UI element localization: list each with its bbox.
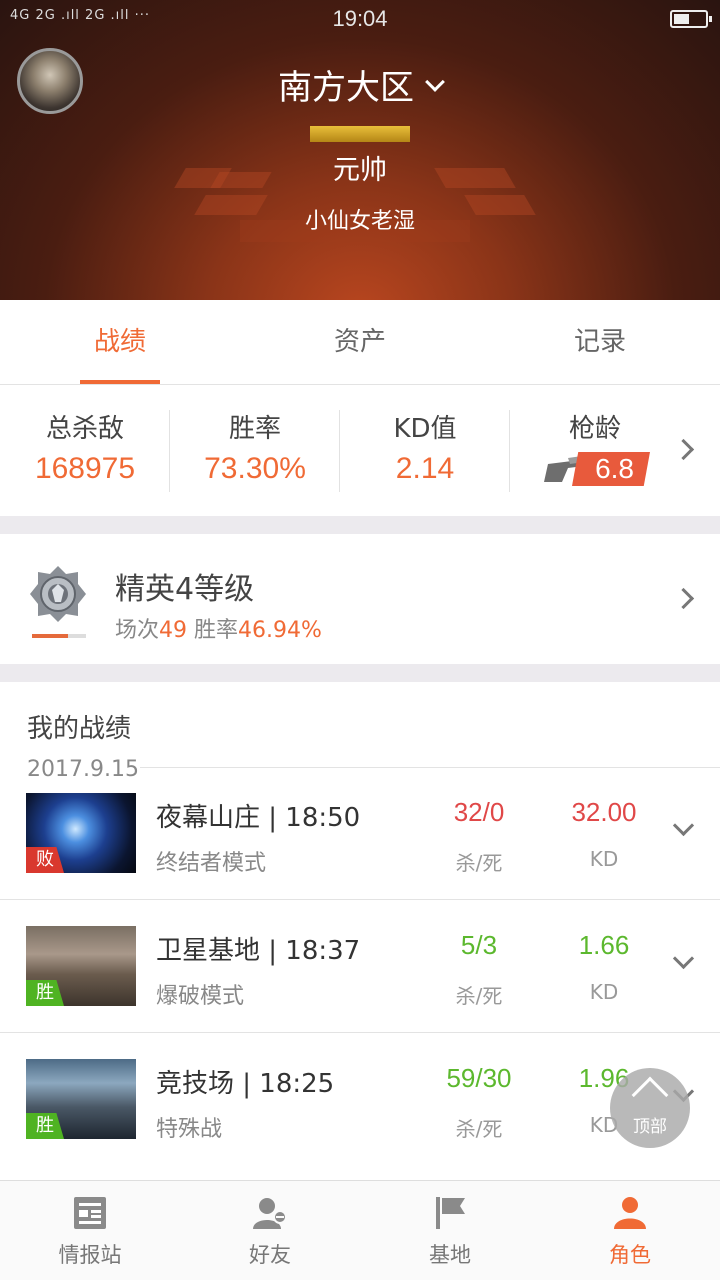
match-mode: 终结者模式: [156, 851, 267, 876]
rank-winrate: 46.94%: [238, 618, 322, 643]
divider: [0, 899, 720, 900]
status-bar: 4G 2G .ıll 2G .ıll ··· 19:04: [0, 0, 720, 40]
rank-title: 元帅: [333, 155, 387, 186]
stat-total-kills: 总杀敌 168975: [0, 386, 170, 516]
nav-label: 好友: [249, 1243, 291, 1267]
back-to-top-button[interactable]: 顶部: [610, 1068, 690, 1148]
battery-icon: [670, 10, 712, 28]
matches-label: 场次: [115, 618, 160, 643]
kd-ratio: 32.00: [571, 797, 637, 827]
stat-label: KD值: [393, 414, 457, 444]
arrow-up-icon: [631, 1076, 669, 1114]
kill-death: 5/3: [460, 930, 498, 960]
nav-item-intel[interactable]: 情报站: [0, 1181, 180, 1280]
rank-badge-icon: [310, 126, 410, 142]
nav-label: 情报站: [58, 1243, 122, 1267]
kill-death: 32/0: [453, 797, 505, 827]
tab-bar: 战绩 资产 记录: [0, 300, 720, 385]
record-date: 2017.9.15: [27, 757, 139, 782]
matches-count: 49: [159, 618, 188, 643]
match-map-time: 夜幕山庄 | 18:50: [156, 803, 361, 833]
chevron-down-icon[interactable]: [672, 814, 695, 837]
nav-item-friends[interactable]: 好友: [180, 1181, 360, 1280]
match-row[interactable]: 败 夜幕山庄 | 18:50 终结者模式 32/0 杀/死 32.00 KD: [0, 793, 720, 926]
stat-label: 枪龄: [568, 414, 621, 444]
friends-icon: [253, 1198, 287, 1229]
tab-records[interactable]: 记录: [480, 300, 720, 384]
section-gap: [0, 664, 720, 682]
rank-summary: 场次49 胜率46.94%: [115, 612, 322, 644]
nav-item-character[interactable]: 角色: [540, 1181, 720, 1280]
stats-summary[interactable]: 总杀敌 168975 胜率 73.30% KD值 2.14 枪龄: [0, 386, 720, 516]
chevron-right-icon: [672, 587, 695, 610]
kill-death: 59/30: [446, 1063, 512, 1093]
tab-assets[interactable]: 资产: [240, 300, 480, 384]
app-root: 4G 2G .ıll 2G .ıll ··· 19:04 南方大区 元帅 小仙女…: [0, 0, 720, 1280]
divider: [0, 1032, 720, 1033]
stat-value: 168975: [34, 452, 136, 485]
winrate-label: 胜率: [187, 618, 239, 643]
rank-card[interactable]: 精英4等级 场次49 胜率46.94%: [0, 534, 720, 664]
section-title: 我的战绩: [27, 714, 132, 744]
stat-gun-age: 枪龄: [510, 386, 680, 516]
divider: [140, 767, 720, 768]
nav-item-base[interactable]: 基地: [360, 1181, 540, 1280]
kill-death-label: 杀/死: [455, 1117, 503, 1141]
news-icon: [74, 1197, 106, 1229]
match-map-time: 竞技场 | 18:25: [156, 1069, 335, 1099]
bottom-nav: 情报站 好友 基地 角色: [0, 1180, 720, 1280]
rank-medal-icon: [30, 566, 86, 622]
chevron-down-icon: [425, 72, 445, 92]
player-name: 小仙女老湿: [304, 209, 415, 234]
stat-kd: KD值 2.14: [340, 386, 510, 516]
section-gap: [0, 516, 720, 534]
person-icon: [614, 1197, 646, 1229]
profile-header: 4G 2G .ıll 2G .ıll ··· 19:04 南方大区 元帅 小仙女…: [0, 0, 720, 300]
kd-label: KD: [589, 980, 619, 1004]
region-selector[interactable]: 南方大区: [0, 60, 720, 109]
stat-value: 73.30%: [204, 452, 306, 485]
chevron-down-icon[interactable]: [672, 947, 695, 970]
back-to-top-label: 顶部: [633, 1117, 667, 1137]
kill-death-label: 杀/死: [455, 851, 503, 875]
match-row[interactable]: 胜 卫星基地 | 18:37 爆破模式 5/3 杀/死 1.66 KD: [0, 926, 720, 1059]
flag-icon: [436, 1197, 465, 1229]
stat-value: 2.14: [395, 452, 455, 485]
rank-level: 精英4等级: [115, 572, 255, 607]
kd-ratio: 1.66: [578, 930, 630, 960]
region-label: 南方大区: [278, 68, 414, 108]
kd-label: KD: [589, 847, 619, 871]
nav-label: 基地: [429, 1243, 471, 1267]
match-mode: 特殊战: [156, 1117, 223, 1142]
rank-progress-bar: [32, 634, 86, 638]
stat-win-rate: 胜率 73.30%: [170, 386, 340, 516]
nav-label: 角色: [609, 1243, 651, 1267]
tab-battle-stats[interactable]: 战绩: [0, 300, 240, 384]
match-mode: 爆破模式: [156, 984, 245, 1009]
match-map-time: 卫星基地 | 18:37: [156, 936, 361, 966]
kill-death-label: 杀/死: [455, 984, 503, 1008]
stat-label: 胜率: [228, 414, 281, 444]
clock: 19:04: [332, 6, 388, 31]
stat-label: 总杀敌: [45, 414, 124, 444]
gun-age-value: 6.8: [572, 452, 650, 486]
